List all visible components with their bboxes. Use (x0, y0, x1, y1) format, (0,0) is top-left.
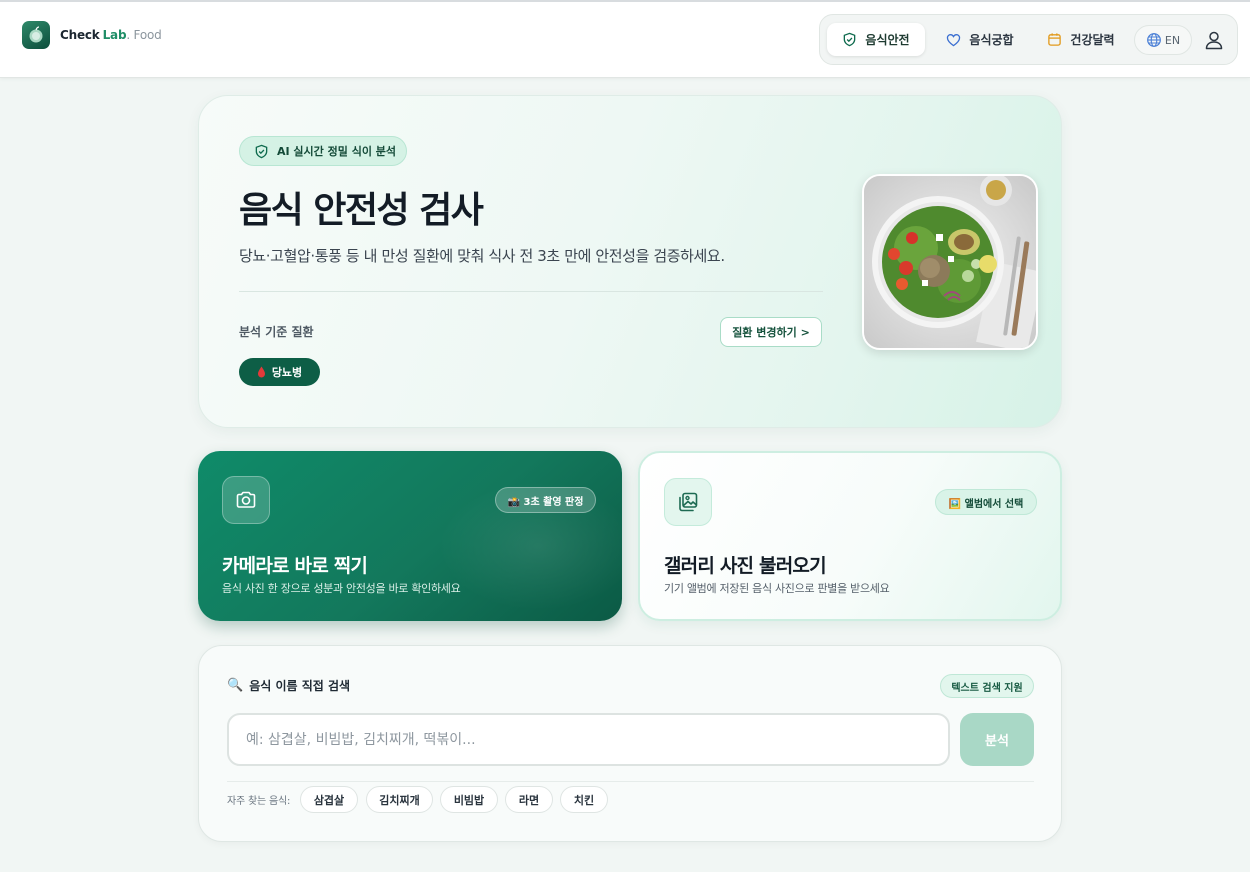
hero-panel: AI 실시간 정밀 식이 분석 음식 안전성 검사 당뇨·고혈압·통풍 등 내 … (198, 95, 1062, 428)
gallery-card-desc: 기기 앨범에 저장된 음식 사진으로 판별을 받으세요 (664, 582, 890, 595)
text-search-tag: 텍스트 검색 지원 (940, 674, 1034, 698)
user-profile-button[interactable] (1203, 29, 1225, 51)
language-toggle[interactable]: EN (1134, 25, 1192, 55)
nav-item-label: 건강달력 (1070, 33, 1115, 47)
shield-check-icon (255, 144, 268, 158)
badge-label: AI 실시간 정밀 식이 분석 (277, 145, 397, 158)
shield-check-icon (844, 32, 856, 47)
logo-text: Check Lab. Food (60, 28, 162, 42)
nav-item-label: 음식안전 (865, 33, 910, 47)
nav-item-label: 음식궁합 (969, 33, 1014, 47)
calendar-icon (1048, 33, 1062, 46)
gallery-icon (664, 478, 712, 526)
nav-item-food-pairing[interactable]: 음식궁합 (935, 23, 1025, 56)
frequent-food-chip[interactable]: 김치찌개 (366, 786, 433, 813)
user-icon (1205, 31, 1223, 50)
top-header: Check Lab. Food 음식안전 음식궁합 건강달력 EN (0, 0, 1250, 78)
disease-label: 분석 기준 질환 (239, 325, 314, 339)
search-icon: 🔍 (227, 678, 244, 693)
page-title: 음식 안전성 검사 (239, 190, 484, 231)
frequent-food-chip[interactable]: 라면 (505, 786, 553, 813)
gallery-card-title: 갤러리 사진 불러오기 (664, 555, 827, 577)
analyze-button[interactable]: 분석 (960, 713, 1034, 766)
camera-card-desc: 음식 사진 한 장으로 성분과 안전성을 바로 확인하세요 (222, 582, 461, 595)
gallery-card-tag: 🖼️ 앨범에서 선택 (935, 489, 1037, 515)
language-label: EN (1164, 33, 1181, 47)
page-subtitle: 당뇨·고혈압·통풍 등 내 만성 질환에 맞춰 식사 전 3초 만에 안전성을 … (239, 247, 725, 265)
frequent-foods-label: 자주 찾는 음식: (227, 796, 291, 807)
salad-bowl-image (862, 174, 1038, 350)
camera-card-tag: 📸 3초 촬영 판정 (495, 487, 596, 513)
food-search-input[interactable] (227, 713, 950, 766)
ai-analysis-badge: AI 실시간 정밀 식이 분석 (239, 136, 407, 166)
search-title-label: 음식 이름 직접 검색 (249, 679, 351, 693)
camera-icon (222, 476, 270, 524)
camera-capture-card[interactable]: 📸 3초 촬영 판정 카메라로 바로 찍기 음식 사진 한 장으로 성분과 안전… (198, 451, 622, 621)
selected-disease-label: 당뇨병 (271, 366, 303, 379)
blood-drop-icon (257, 366, 265, 378)
gallery-upload-card[interactable]: 🖼️ 앨범에서 선택 갤러리 사진 불러오기 기기 앨범에 저장된 음식 사진으… (638, 451, 1062, 621)
nav-item-health-calendar[interactable]: 건강달력 (1036, 23, 1126, 56)
logo-text-check: Check (60, 28, 100, 42)
selected-disease-chip[interactable]: 당뇨병 (239, 358, 320, 386)
frequent-food-chip[interactable]: 치킨 (560, 786, 608, 813)
app-logo[interactable]: Check Lab. Food (22, 21, 162, 49)
frequent-food-chip[interactable]: 비빔밥 (440, 786, 498, 813)
change-disease-button[interactable]: 질환 변경하기 > (720, 317, 822, 347)
divider (227, 781, 1034, 782)
search-title: 🔍 음식 이름 직접 검색 (227, 677, 350, 694)
nav-item-food-safety[interactable]: 음식안전 (827, 23, 925, 56)
frequent-food-chip[interactable]: 삼겹살 (300, 786, 358, 813)
heart-icon (947, 33, 961, 46)
logo-text-food: . Food (126, 28, 162, 42)
main-nav: 음식안전 음식궁합 건강달력 EN (819, 14, 1238, 65)
globe-icon (1147, 33, 1161, 47)
apple-logo-icon (22, 21, 50, 49)
camera-card-title: 카메라로 바로 찍기 (222, 555, 368, 577)
food-search-panel: 🔍 음식 이름 직접 검색 텍스트 검색 지원 분석 자주 찾는 음식: 삼겹살… (198, 645, 1062, 842)
divider (239, 291, 823, 292)
logo-text-lab: Lab (102, 28, 127, 42)
